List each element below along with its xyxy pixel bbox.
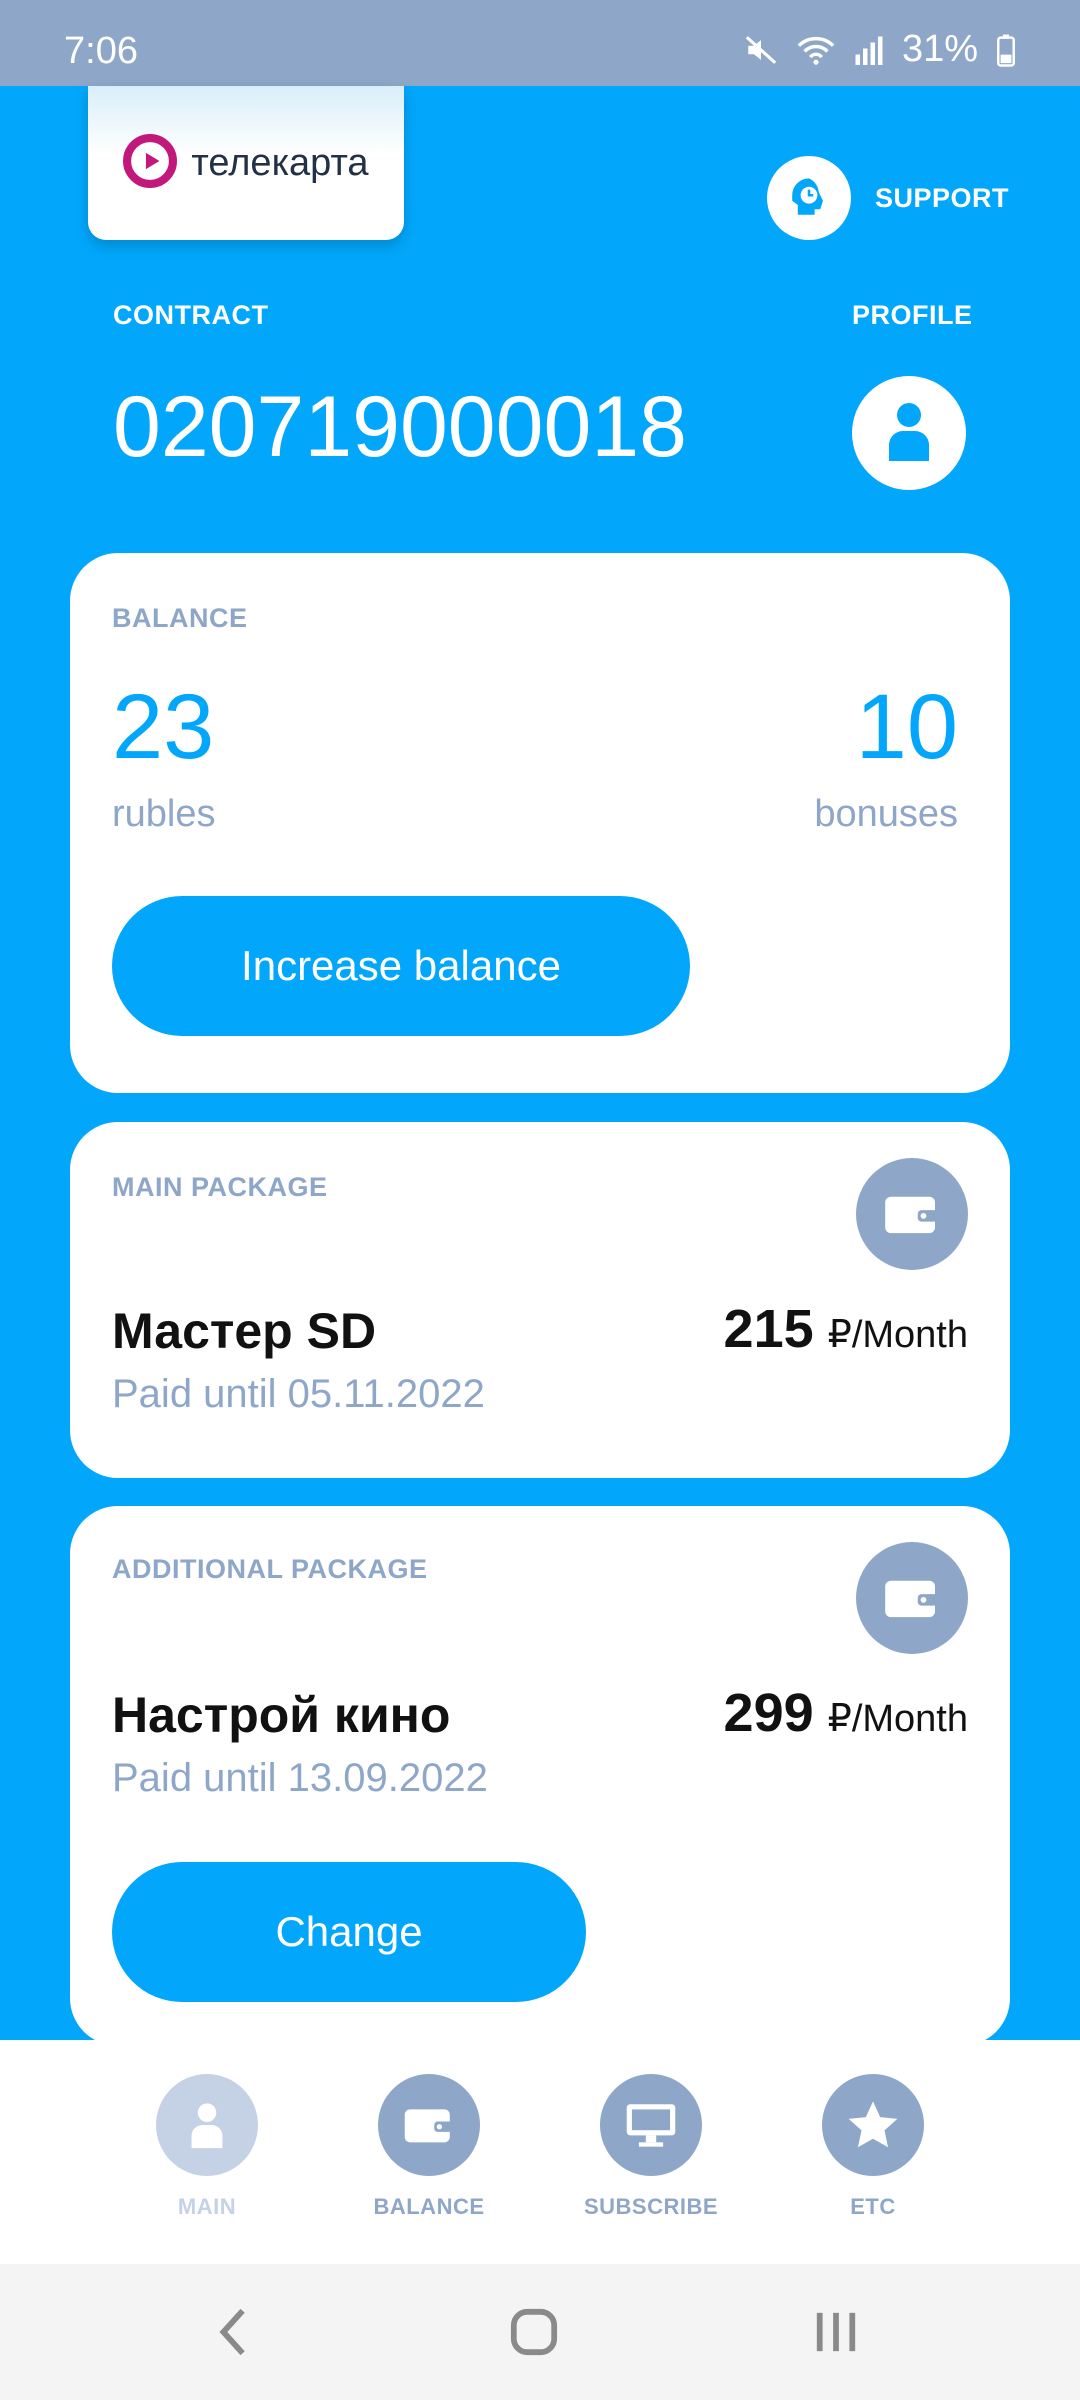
profile-label: PROFILE — [852, 300, 973, 330]
nav-item-balance[interactable]: BALANCE — [349, 2074, 509, 2220]
wallet-icon — [856, 1158, 968, 1270]
profile-button[interactable] — [852, 376, 966, 490]
additional-package-card[interactable]: ADDITIONAL PACKAGE Настрой кино Paid unt… — [70, 1506, 1010, 2046]
main-package-paid-until: Paid until 05.11.2022 — [112, 1372, 485, 1416]
main-package-price: 215 ₽/Month — [724, 1298, 968, 1360]
support-label: SUPPORT — [875, 182, 1010, 213]
nav-label-main: MAIN — [177, 2194, 237, 2219]
logo-mark-icon — [123, 133, 178, 193]
signal-icon — [854, 33, 884, 67]
star-icon — [822, 2074, 924, 2176]
additional-package-price-value: 299 — [723, 1683, 814, 1743]
contract-label: CONTRACT — [113, 300, 269, 330]
user-icon — [887, 401, 931, 466]
rubles-value: 23 — [112, 676, 215, 778]
additional-package-paid-until: Paid until 13.09.2022 — [112, 1756, 488, 1800]
additional-package-price: 299 ₽/Month — [724, 1682, 968, 1744]
logo-text: телекарта — [191, 141, 369, 184]
system-nav — [0, 2264, 1080, 2400]
mute-icon — [744, 33, 778, 67]
rubles-unit: rubles — [112, 793, 216, 835]
main-package-price-unit: ₽/Month — [827, 1314, 968, 1356]
additional-package-price-unit: ₽/Month — [827, 1698, 968, 1740]
nav-label-subscribe: SUBSCRIBE — [583, 2194, 719, 2219]
status-bar: 7:06 31% — [0, 0, 1080, 86]
support-agent-icon — [767, 156, 851, 240]
back-icon[interactable] — [203, 2302, 263, 2362]
monitor-icon — [600, 2074, 702, 2176]
additional-package-name: Настрой кино — [112, 1687, 451, 1743]
wifi-icon — [796, 33, 836, 67]
main-package-name: Мастер SD — [112, 1303, 377, 1359]
bonuses-unit: bonuses — [814, 793, 958, 835]
brand-logo: телекарта — [88, 86, 404, 240]
balance-label: BALANCE — [112, 603, 248, 633]
battery-icon — [996, 33, 1016, 67]
contract-number: 020719000018 — [113, 379, 687, 475]
nav-label-balance: BALANCE — [373, 2194, 485, 2219]
nav-item-etc[interactable]: ETC — [793, 2074, 953, 2220]
wallet-icon — [856, 1542, 968, 1654]
nav-item-main[interactable]: MAIN — [127, 2074, 287, 2220]
main-package-label: MAIN PACKAGE — [112, 1172, 328, 1202]
bonuses-value: 10 — [855, 676, 958, 778]
nav-label-etc: ETC — [850, 2194, 896, 2219]
main-package-price-value: 215 — [723, 1299, 814, 1359]
nav-item-subscribe[interactable]: SUBSCRIBE — [571, 2074, 731, 2220]
support-button[interactable]: SUPPORT — [767, 156, 1009, 240]
main-package-card[interactable]: MAIN PACKAGE Мастер SD Paid until 05.11.… — [70, 1122, 1010, 1478]
status-icons: 31% — [744, 28, 1016, 71]
increase-balance-button[interactable]: Increase balance — [112, 896, 690, 1036]
additional-package-label: ADDITIONAL PACKAGE — [112, 1554, 428, 1584]
change-button[interactable]: Change — [112, 1862, 586, 2002]
balance-card: BALANCE 23 rubles 10 bonuses Increase ba… — [70, 553, 1010, 1093]
status-time: 7:06 — [64, 30, 138, 72]
user-icon — [156, 2074, 258, 2176]
battery-percent: 31% — [901, 28, 978, 70]
home-icon[interactable] — [504, 2302, 564, 2362]
recents-icon[interactable] — [806, 2302, 866, 2362]
wallet-icon — [378, 2074, 480, 2176]
bottom-nav: MAIN BALANCE SUBSCRIBE ETC — [0, 2040, 1080, 2264]
